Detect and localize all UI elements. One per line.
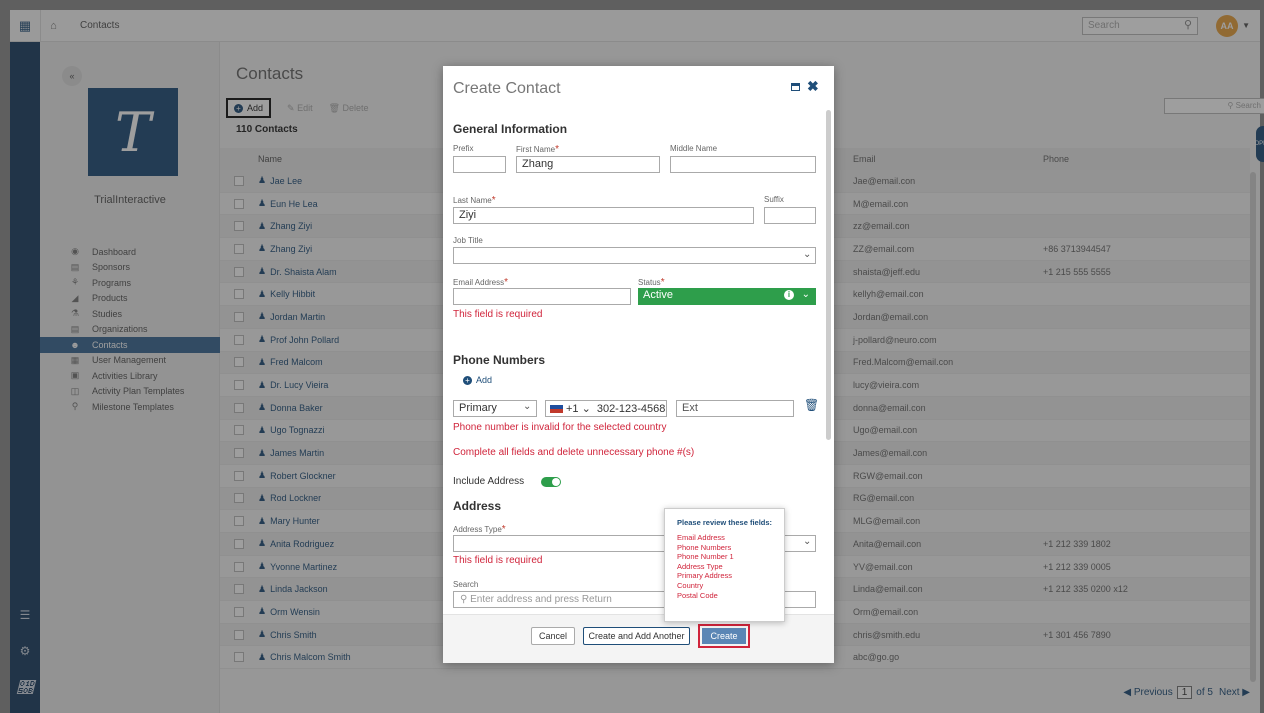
status-select[interactable]: Active i ⌄ xyxy=(638,288,816,305)
dialog-scrollbar[interactable] xyxy=(826,110,831,440)
search-label: Search xyxy=(453,580,479,589)
phone-numbers-heading: Phone Numbers xyxy=(453,353,546,367)
suffix-label: Suffix xyxy=(764,195,784,204)
phone-number-value: 302-123-4568 xyxy=(596,402,666,415)
phone-number-field[interactable]: +1 ⌄ 302-123-4568 xyxy=(545,400,667,417)
suffix-field[interactable] xyxy=(764,207,816,224)
us-flag-icon xyxy=(550,404,563,413)
job-title-select[interactable] xyxy=(453,247,816,264)
review-field[interactable]: Postal Code xyxy=(677,591,778,601)
maximize-icon[interactable] xyxy=(791,83,800,91)
first-name-label: First Name* xyxy=(516,144,560,155)
job-title-label: Job Title xyxy=(453,236,483,245)
info-icon[interactable]: i xyxy=(784,290,794,300)
middle-name-field[interactable] xyxy=(670,156,816,173)
email-field[interactable] xyxy=(453,288,631,305)
create-button[interactable]: Create xyxy=(698,624,750,648)
dialog-title: Create Contact xyxy=(453,80,561,97)
address-type-error: This field is required xyxy=(453,555,543,566)
plus-icon: + xyxy=(463,375,472,385)
phone-invalid-error: Phone number is invalid for the selected… xyxy=(453,422,667,433)
create-contact-dialog: Create Contact ✖ General Information Pre… xyxy=(443,66,834,663)
phone-ext-field[interactable]: Ext xyxy=(676,400,794,417)
review-field[interactable]: Country xyxy=(677,581,778,591)
include-address-toggle[interactable] xyxy=(541,477,561,487)
middle-name-label: Middle Name xyxy=(670,144,718,153)
trash-icon[interactable]: 🗑 xyxy=(804,398,819,412)
phone-complete-error: Complete all fields and delete unnecessa… xyxy=(453,447,695,458)
review-field[interactable]: Primary Address xyxy=(677,571,778,581)
address-type-label: Address Type* xyxy=(453,524,506,535)
create-and-add-another-button[interactable]: Create and Add Another xyxy=(583,627,690,645)
general-information-heading: General Information xyxy=(453,122,568,136)
first-name-field[interactable]: Zhang xyxy=(516,156,660,173)
email-label: Email Address* xyxy=(453,277,509,288)
chevron-down-icon: ⌄ xyxy=(801,289,810,300)
country-code-select[interactable]: +1 ⌄ xyxy=(566,402,591,415)
address-heading: Address xyxy=(453,499,502,513)
prefix-label: Prefix xyxy=(453,144,474,153)
prefix-field[interactable] xyxy=(453,156,506,173)
status-label: Status* xyxy=(638,277,665,288)
last-name-label: Last Name* xyxy=(453,195,496,206)
chevron-down-icon: ⌄ xyxy=(803,536,812,547)
popover-title: Please review these fields: xyxy=(677,518,773,527)
review-field[interactable]: Email Address xyxy=(677,533,778,543)
include-address-label: Include Address xyxy=(453,476,525,487)
add-phone-button[interactable]: + Add xyxy=(463,375,492,385)
review-field[interactable]: Phone Number 1 xyxy=(677,552,778,562)
chevron-down-icon: ⌄ xyxy=(803,249,812,260)
close-icon[interactable]: ✖ xyxy=(807,78,819,95)
chevron-down-icon: ⌄ xyxy=(523,401,532,412)
review-field[interactable]: Address Type xyxy=(677,562,778,572)
review-field[interactable]: Phone Numbers xyxy=(677,543,778,553)
validation-popover: Please review these fields: Email Addres… xyxy=(664,508,785,622)
cancel-button[interactable]: Cancel xyxy=(531,627,575,645)
last-name-field[interactable]: Ziyi xyxy=(453,207,754,224)
email-error: This field is required xyxy=(453,309,543,320)
